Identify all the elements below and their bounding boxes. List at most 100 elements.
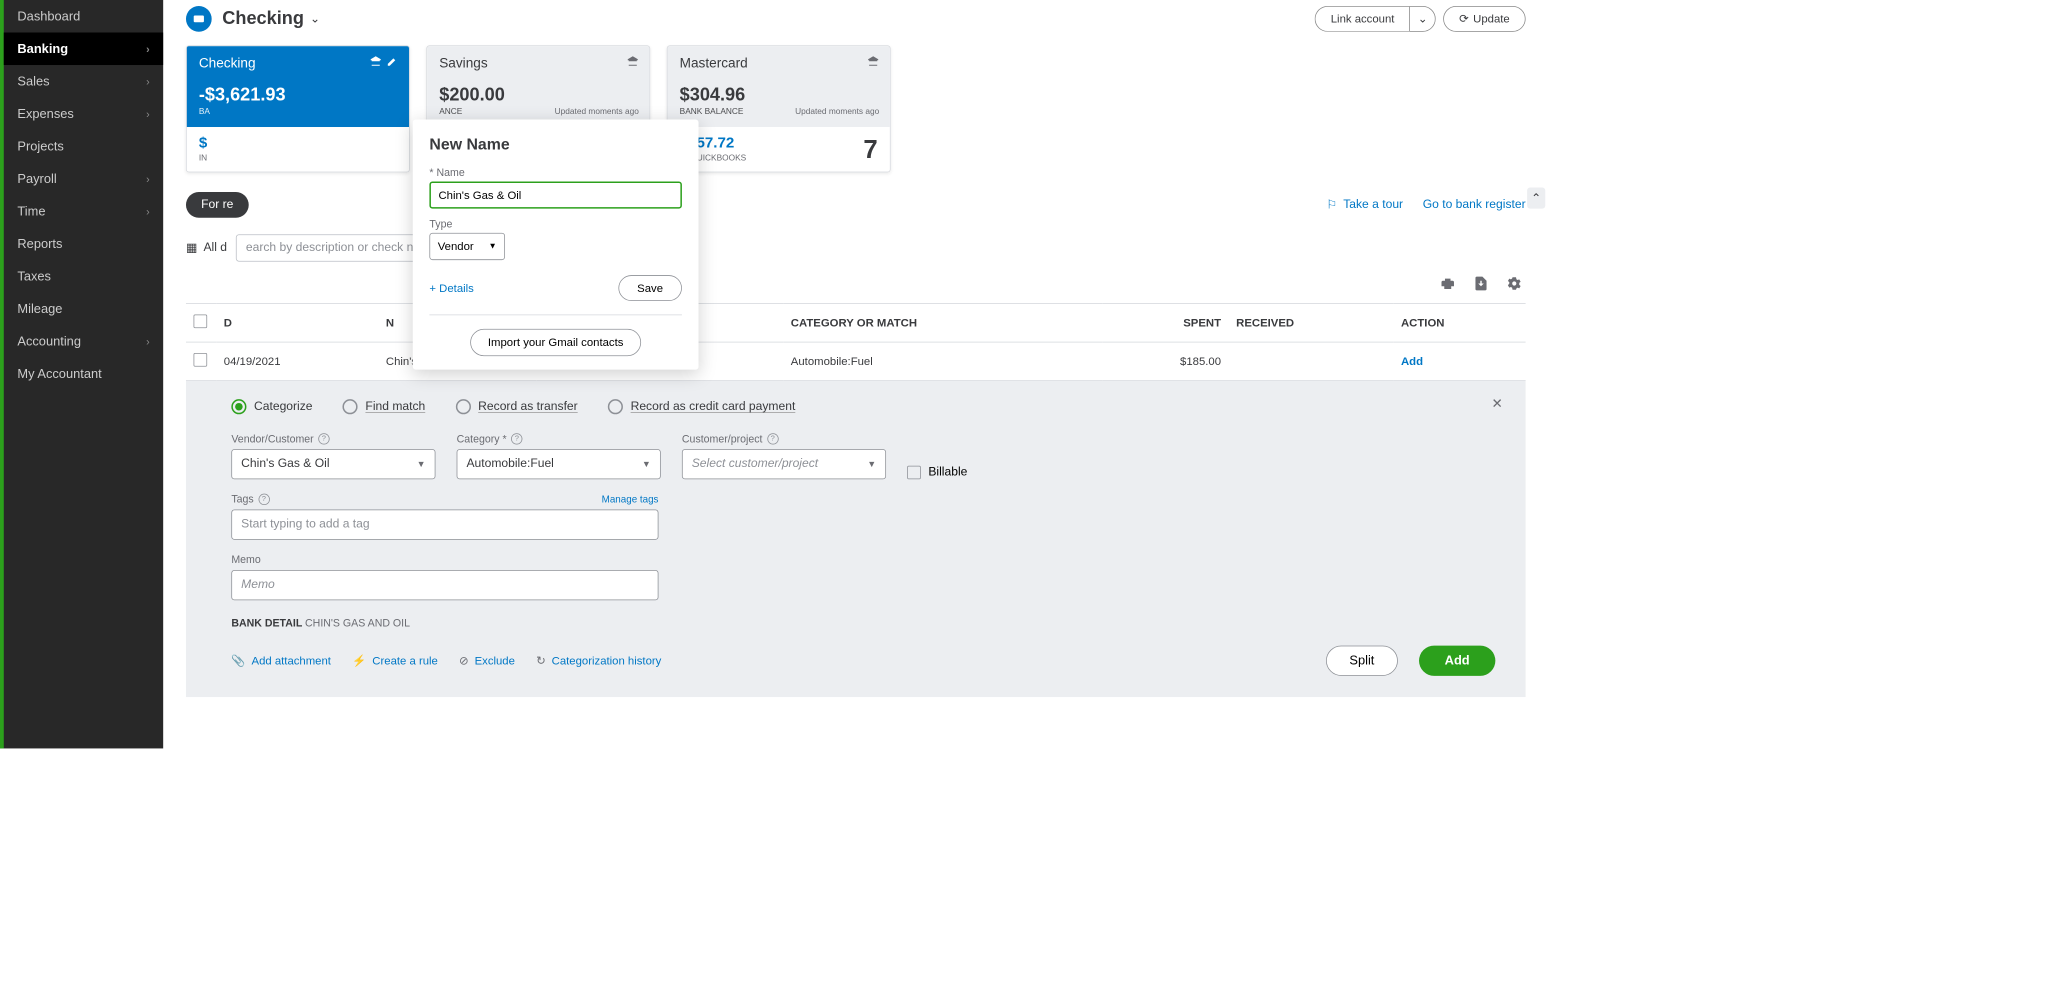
tab-for-review[interactable]: For re bbox=[186, 192, 248, 218]
account-card-checking[interactable]: Checking -$3,621.93 BA $IN bbox=[186, 45, 410, 172]
nav-taxes[interactable]: Taxes bbox=[4, 260, 164, 293]
export-icon[interactable] bbox=[1473, 275, 1490, 295]
update-button[interactable]: ⟳Update bbox=[1443, 6, 1525, 32]
transactions-table: D N PAYEE CATEGORY OR MATCH SPENT RECEIV… bbox=[186, 303, 1526, 381]
col-spent[interactable]: SPENT bbox=[1102, 304, 1229, 343]
memo-label: Memo bbox=[231, 553, 1495, 565]
chevron-right-icon: › bbox=[146, 43, 150, 55]
calendar-icon: ▦ bbox=[186, 240, 197, 255]
chevron-right-icon: › bbox=[146, 75, 150, 87]
row-checkbox[interactable] bbox=[194, 353, 208, 367]
row-add-button[interactable]: Add bbox=[1401, 355, 1423, 368]
chevron-down-icon: ▼ bbox=[867, 459, 876, 470]
nav-label: Mileage bbox=[17, 301, 62, 316]
nav-my-accountant[interactable]: My Accountant bbox=[4, 358, 164, 391]
select-all-checkbox[interactable] bbox=[194, 314, 208, 328]
category-select[interactable]: Automobile:Fuel▼ bbox=[457, 449, 661, 479]
type-select[interactable]: Vendor▼ bbox=[429, 233, 505, 260]
vendor-label: Vendor/Customer? bbox=[231, 432, 435, 444]
gear-icon[interactable] bbox=[1506, 275, 1523, 295]
nav-dashboard[interactable]: Dashboard bbox=[4, 0, 164, 33]
customer-select[interactable]: Select customer/project▼ bbox=[682, 449, 886, 479]
popover-title: New Name bbox=[429, 136, 682, 154]
take-tour-link[interactable]: ⚐Take a tour bbox=[1326, 197, 1403, 212]
nav-label: Dashboard bbox=[17, 9, 80, 24]
cell-date: 04/19/2021 bbox=[216, 342, 378, 381]
tags-input[interactable]: Start typing to add a tag bbox=[231, 510, 658, 540]
page-title: Checking bbox=[222, 8, 304, 29]
option-find-match[interactable]: Find match bbox=[343, 399, 426, 414]
nav-label: Banking bbox=[17, 41, 68, 56]
add-attachment-link[interactable]: 📎Add attachment bbox=[231, 654, 331, 668]
nav-label: Taxes bbox=[17, 269, 51, 284]
nav-label: My Accountant bbox=[17, 366, 101, 381]
cell-spent: $185.00 bbox=[1102, 342, 1229, 381]
nav-banking[interactable]: Banking › bbox=[4, 33, 164, 66]
nav-time[interactable]: Time› bbox=[4, 195, 164, 228]
import-gmail-button[interactable]: Import your Gmail contacts bbox=[471, 329, 641, 356]
nav-label: Time bbox=[17, 204, 45, 219]
history-link[interactable]: ↻Categorization history bbox=[536, 654, 661, 668]
chevron-down-icon: ▼ bbox=[417, 459, 426, 470]
option-record-transfer[interactable]: Record as transfer bbox=[456, 399, 578, 414]
exclude-icon: ⊘ bbox=[459, 654, 469, 668]
details-link[interactable]: + Details bbox=[429, 282, 473, 295]
manage-tags-link[interactable]: Manage tags bbox=[602, 493, 659, 504]
col-action[interactable]: ACTION bbox=[1393, 304, 1525, 343]
chevron-down-icon[interactable]: ⌄ bbox=[310, 11, 320, 26]
col-category[interactable]: CATEGORY OR MATCH bbox=[783, 304, 1102, 343]
cell-received bbox=[1229, 342, 1394, 381]
exclude-link[interactable]: ⊘Exclude bbox=[459, 654, 515, 668]
nav-payroll[interactable]: Payroll› bbox=[4, 163, 164, 196]
new-name-popover: New Name * Name Type Vendor▼ + Details S… bbox=[413, 119, 699, 369]
save-button[interactable]: Save bbox=[618, 275, 682, 301]
create-rule-link[interactable]: ⚡Create a rule bbox=[352, 654, 438, 668]
col-received[interactable]: RECEIVED bbox=[1229, 304, 1394, 343]
link-account-dropdown[interactable]: ⌄ bbox=[1410, 6, 1436, 32]
account-card-mastercard[interactable]: Mastercard $304.96 BANK BALANCE Updated … bbox=[667, 45, 891, 172]
nav-sales[interactable]: Sales › bbox=[4, 65, 164, 98]
link-account-button[interactable]: Link account bbox=[1315, 6, 1410, 32]
col-date[interactable]: D bbox=[216, 304, 378, 343]
billable-checkbox[interactable] bbox=[907, 466, 921, 480]
category-label: Category *? bbox=[457, 432, 661, 444]
account-cards: Checking -$3,621.93 BA $IN Savings $200.… bbox=[186, 45, 1526, 172]
chevron-right-icon: › bbox=[146, 173, 150, 185]
name-field-label: * Name bbox=[429, 166, 682, 178]
paperclip-icon: 📎 bbox=[231, 654, 245, 668]
option-categorize[interactable]: Categorize bbox=[231, 399, 312, 414]
name-input[interactable] bbox=[429, 181, 682, 208]
nav-label: Accounting bbox=[17, 334, 81, 349]
help-icon[interactable]: ? bbox=[767, 433, 778, 444]
nav-reports[interactable]: Reports bbox=[4, 228, 164, 261]
close-icon[interactable]: ✕ bbox=[1492, 396, 1503, 412]
card-balance-label: BA bbox=[199, 107, 397, 116]
sidebar: Dashboard Banking › Sales › Expenses› Proj… bbox=[0, 0, 163, 748]
help-icon[interactable]: ? bbox=[318, 433, 329, 444]
collapse-panel-button[interactable]: ⌃ bbox=[1527, 187, 1545, 208]
print-icon[interactable] bbox=[1439, 275, 1456, 295]
bank-register-link[interactable]: Go to bank register bbox=[1423, 198, 1526, 212]
help-icon[interactable]: ? bbox=[258, 493, 269, 504]
help-icon[interactable]: ? bbox=[511, 433, 522, 444]
table-row[interactable]: 04/19/2021 Chin's Gas Chin's Gas and Oil… bbox=[186, 342, 1526, 381]
nav-expenses[interactable]: Expenses› bbox=[4, 98, 164, 131]
card-updated: Updated moments ago bbox=[795, 107, 879, 116]
bank-detail-value: CHIN'S GAS AND OIL bbox=[305, 617, 410, 629]
split-button[interactable]: Split bbox=[1326, 646, 1398, 676]
type-field-label: Type bbox=[429, 218, 682, 230]
nav-label: Sales bbox=[17, 74, 49, 89]
add-button[interactable]: Add bbox=[1419, 646, 1495, 676]
card-balance: $200.00 bbox=[439, 86, 637, 104]
date-filter[interactable]: ▦All d bbox=[186, 240, 227, 255]
nav-projects[interactable]: Projects bbox=[4, 130, 164, 163]
card-qb-amount: $ bbox=[199, 135, 207, 152]
history-icon: ↻ bbox=[536, 654, 546, 668]
memo-input[interactable]: Memo bbox=[231, 570, 658, 600]
nav-accounting[interactable]: Accounting› bbox=[4, 325, 164, 358]
option-record-cc[interactable]: Record as credit card payment bbox=[608, 399, 795, 414]
nav-mileage[interactable]: Mileage bbox=[4, 293, 164, 326]
account-icon bbox=[186, 6, 212, 32]
vendor-select[interactable]: Chin's Gas & Oil▼ bbox=[231, 449, 435, 479]
nav-label: Reports bbox=[17, 236, 62, 251]
